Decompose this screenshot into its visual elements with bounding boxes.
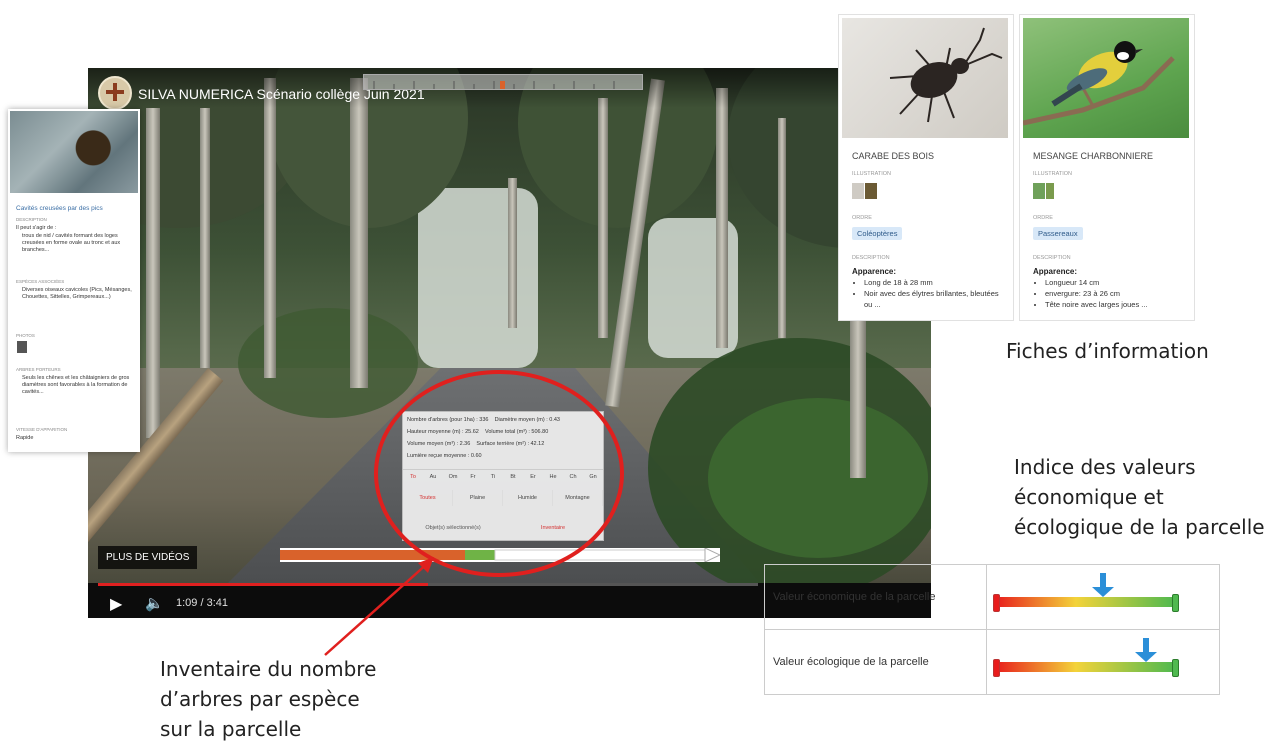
appearance-heading: Apparence: xyxy=(852,267,897,276)
ecological-gauge xyxy=(993,638,1179,677)
play-icon[interactable]: ▶ xyxy=(110,594,122,614)
illustration-label: ILLUSTRATION xyxy=(852,171,892,177)
volume-icon[interactable]: 🔈 xyxy=(145,594,164,612)
illustration-label: ILLUSTRATION xyxy=(1033,171,1073,177)
description-label: DESCRIPTION xyxy=(1033,255,1071,261)
thumb[interactable] xyxy=(865,183,877,199)
time-display: 1:09 / 3:41 xyxy=(176,597,228,609)
annotation-inventaire: Inventaire du nombre d’arbres par espèce… xyxy=(160,654,376,744)
species-name: MESANGE CHARBONNIERE xyxy=(1033,151,1154,161)
species-name: CARABE DES BOIS xyxy=(852,151,935,161)
annotation-line: d’arbres par espèce xyxy=(160,687,360,711)
description-label: DESCRIPTION xyxy=(852,255,890,261)
species-card-mesange[interactable]: MESANGE CHARBONNIERE ILLUSTRATION ORDRE … xyxy=(1019,14,1195,321)
gauge-cap-low xyxy=(993,659,1000,677)
annotation-line: sur la parcelle xyxy=(160,717,302,741)
bird-illustration xyxy=(1022,41,1175,126)
table-row: Valeur économique de la parcelle xyxy=(764,564,1220,630)
gauge-cell xyxy=(986,629,1220,695)
gauge-cap-high xyxy=(1172,594,1179,612)
thumb[interactable] xyxy=(1033,183,1045,199)
card-title: Cavités creusées par des pics xyxy=(16,205,103,212)
illustration-thumbs xyxy=(852,183,877,199)
description-list: Longueur 14 cm envergure: 23 à 26 cm Têt… xyxy=(1033,277,1185,310)
gauge-cell xyxy=(986,564,1220,630)
section-text: Il peut s'agir de : xyxy=(16,225,57,231)
order-badge: Coléoptères xyxy=(852,227,903,240)
list-item: envergure: 23 à 26 cm xyxy=(1045,288,1185,299)
row-label: Valeur économique de la parcelle xyxy=(764,564,987,630)
section-text: Diverses oiseaux cavicoles (Pics, Mésang… xyxy=(22,287,132,300)
order-label: ORDRE xyxy=(1033,215,1053,221)
illustration-thumbs xyxy=(1033,183,1054,199)
description-list: Long de 18 à 28 mm Noir avec des élytres… xyxy=(852,277,1004,310)
list-item: Longueur 14 cm xyxy=(1045,277,1185,288)
gauge-cap-high xyxy=(1172,659,1179,677)
channel-logo[interactable] xyxy=(98,76,132,110)
order-label: ORDRE xyxy=(852,215,872,221)
more-videos-button[interactable]: PLUS DE VIDÉOS xyxy=(98,546,198,569)
section-label: Photos xyxy=(16,333,35,338)
section-label: Arbres porteurs xyxy=(16,367,61,372)
highlight-circle xyxy=(374,370,624,577)
table-row: Valeur écologique de la parcelle xyxy=(764,629,1220,695)
parcel-value-table: Valeur économique de la parcelle Valeur … xyxy=(764,564,1220,695)
pointer-arrow xyxy=(324,557,434,656)
section-label: Espèces associées xyxy=(16,279,65,284)
beetle-illustration xyxy=(889,27,1003,123)
annotation-line: économique et xyxy=(1014,485,1164,509)
section-text: Rapide xyxy=(16,435,34,441)
ruler-ticks xyxy=(373,81,615,89)
compass-ruler xyxy=(363,74,643,90)
cavity-info-card: Cavités creusées par des pics Descriptio… xyxy=(8,109,140,452)
annotation-indice: Indice des valeurs économique et écologi… xyxy=(1014,452,1265,542)
appearance-heading: Apparence: xyxy=(1033,267,1078,276)
photo-thumb[interactable] xyxy=(17,341,27,353)
cavity-photo xyxy=(10,111,138,193)
gauge-cap-low xyxy=(993,594,1000,612)
section-text: trous de nid / cavités formant des loges… xyxy=(22,233,121,253)
thumb[interactable] xyxy=(852,183,864,199)
section-text: Seuls les chênes et les châtaigniers de … xyxy=(22,375,130,395)
list-item: Long de 18 à 28 mm xyxy=(864,277,1004,288)
list-item: Tête noire avec larges joues ... xyxy=(1045,299,1185,310)
order-badge: Passereaux xyxy=(1033,227,1083,240)
thumb[interactable] xyxy=(1046,183,1054,199)
progress-arrow-head xyxy=(704,547,722,563)
economic-gauge xyxy=(993,573,1179,612)
section-label: Description xyxy=(16,217,47,222)
annotation-line: Indice des valeurs xyxy=(1014,455,1196,479)
beetle-photo-icon xyxy=(842,18,1008,138)
annotation-line: écologique de la parcelle xyxy=(1014,515,1265,539)
section-label: Vitesse d'apparition xyxy=(16,427,68,432)
annotation-fiches: Fiches d’information xyxy=(1006,339,1209,363)
row-label: Valeur écologique de la parcelle xyxy=(764,629,987,695)
list-item: Noir avec des élytres brillantes, bleuté… xyxy=(864,288,1004,310)
bird-photo-icon xyxy=(1022,18,1189,138)
species-card-carabe[interactable]: CARABE DES BOIS ILLUSTRATION ORDRE Coléo… xyxy=(838,14,1014,321)
